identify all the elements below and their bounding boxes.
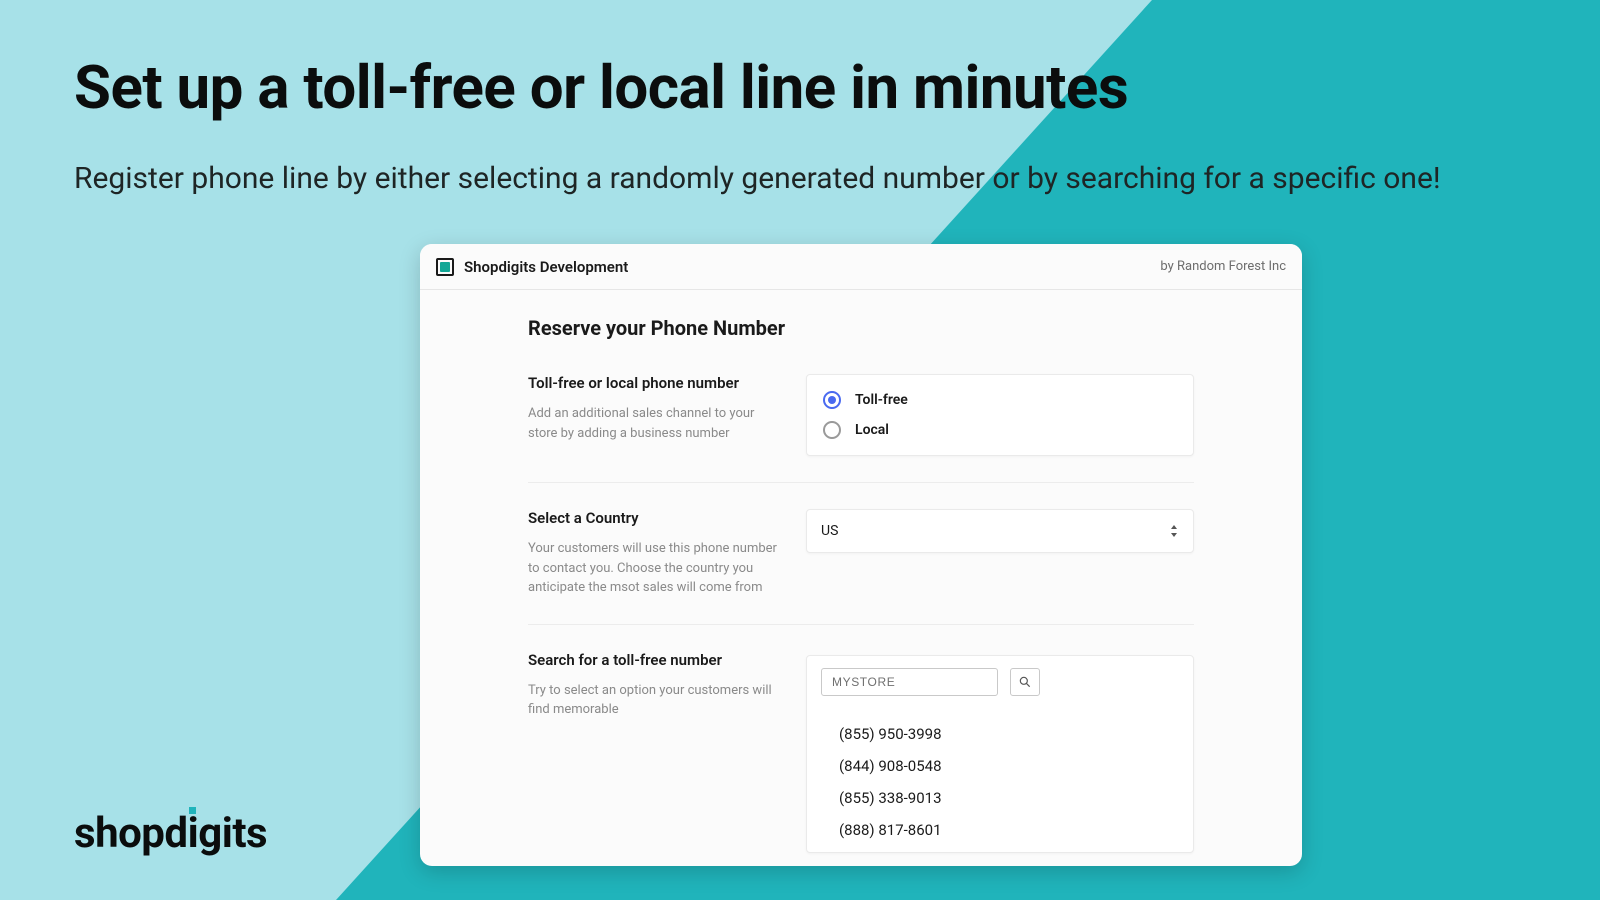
number-results-list: (855) 950-3998 (844) 908-0548 (855) 338-… bbox=[821, 718, 1179, 846]
app-window: Shopdigits Development by Random Forest … bbox=[420, 244, 1302, 866]
section-number-type: Toll-free or local phone number Add an a… bbox=[528, 374, 1194, 482]
search-heading: Search for a toll-free number bbox=[528, 651, 778, 669]
number-result[interactable]: (855) 338-9013 bbox=[839, 782, 1179, 814]
app-byline: by Random Forest Inc bbox=[1160, 259, 1286, 274]
country-heading: Select a Country bbox=[528, 509, 778, 527]
radio-circle-icon bbox=[823, 421, 841, 439]
search-card: (855) 950-3998 (844) 908-0548 (855) 338-… bbox=[806, 655, 1194, 853]
number-type-radio-group: Toll-free Local bbox=[806, 374, 1194, 456]
search-icon bbox=[1018, 675, 1032, 689]
app-bag-icon bbox=[436, 258, 454, 276]
promo-stage: Set up a toll-free or local line in minu… bbox=[0, 0, 1600, 900]
app-body: Reserve your Phone Number Toll-free or l… bbox=[420, 290, 1302, 866]
number-type-heading: Toll-free or local phone number bbox=[528, 374, 778, 392]
search-row bbox=[821, 668, 1179, 696]
brand-logo: shopdigits bbox=[74, 809, 267, 858]
number-result[interactable]: (855) 950-3998 bbox=[839, 718, 1179, 750]
brand-accent-i: i bbox=[188, 809, 199, 858]
page-title: Reserve your Phone Number bbox=[528, 316, 1194, 340]
search-button[interactable] bbox=[1010, 668, 1040, 696]
promo-headline: Set up a toll-free or local line in minu… bbox=[74, 52, 1128, 123]
section-number-type-left: Toll-free or local phone number Add an a… bbox=[528, 374, 778, 456]
section-country-right: US bbox=[806, 509, 1194, 598]
section-number-type-right: Toll-free Local bbox=[806, 374, 1194, 456]
app-titlebar: Shopdigits Development by Random Forest … bbox=[420, 244, 1302, 290]
number-result[interactable]: (844) 908-0548 bbox=[839, 750, 1179, 782]
country-desc: Your customers will use this phone numbe… bbox=[528, 539, 778, 598]
brand-part2: gits bbox=[198, 809, 267, 858]
promo-subhead: Register phone line by either selecting … bbox=[74, 155, 1454, 203]
country-select[interactable]: US bbox=[806, 509, 1194, 553]
vanity-search-input[interactable] bbox=[821, 668, 998, 696]
section-country: Select a Country Your customers will use… bbox=[528, 482, 1194, 624]
radio-circle-icon bbox=[823, 391, 841, 409]
section-search: Search for a toll-free number Try to sel… bbox=[528, 624, 1194, 867]
select-caret-icon bbox=[1169, 524, 1179, 538]
country-select-value: US bbox=[821, 523, 838, 539]
section-search-right: (855) 950-3998 (844) 908-0548 (855) 338-… bbox=[806, 651, 1194, 853]
app-title: Shopdigits Development bbox=[464, 258, 628, 276]
section-search-left: Search for a toll-free number Try to sel… bbox=[528, 651, 778, 853]
radio-tollfree-label: Toll-free bbox=[855, 392, 908, 408]
radio-local[interactable]: Local bbox=[823, 415, 1177, 445]
radio-tollfree[interactable]: Toll-free bbox=[823, 385, 1177, 415]
radio-local-label: Local bbox=[855, 422, 889, 438]
number-type-desc: Add an additional sales channel to your … bbox=[528, 404, 778, 443]
titlebar-left: Shopdigits Development bbox=[436, 258, 628, 276]
search-desc: Try to select an option your customers w… bbox=[528, 681, 778, 720]
number-result[interactable]: (888) 817-8601 bbox=[839, 814, 1179, 846]
section-country-left: Select a Country Your customers will use… bbox=[528, 509, 778, 598]
brand-part1: shopd bbox=[74, 809, 188, 858]
